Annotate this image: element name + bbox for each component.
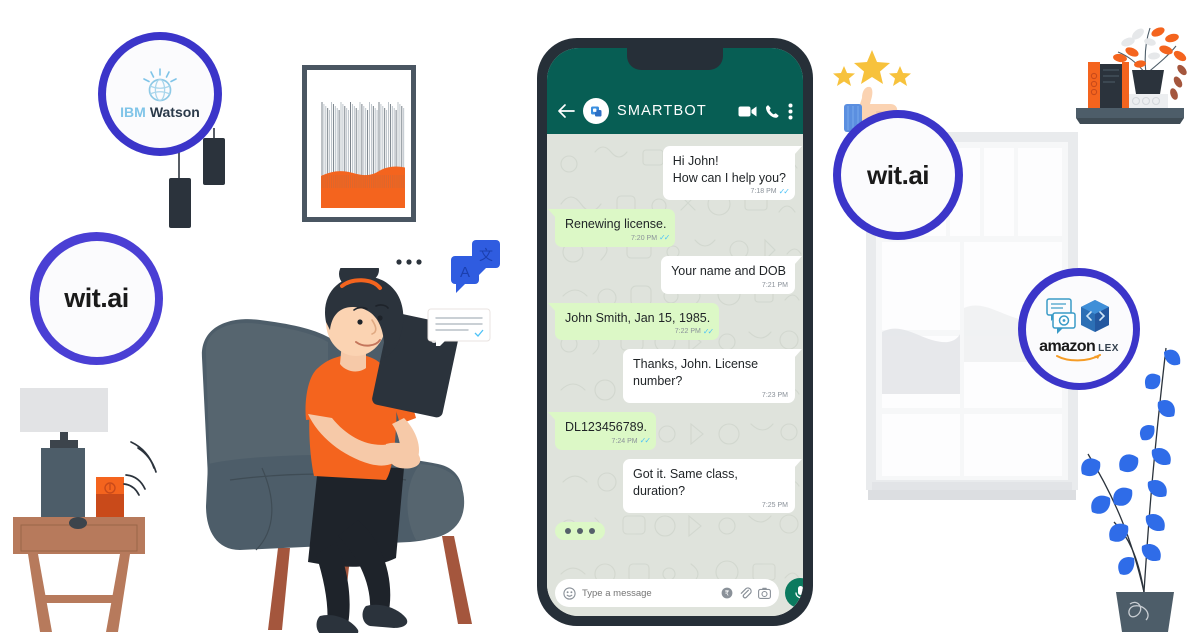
chat-bubble-m1[interactable]: Hi John! How can I help you? 7:18 PM ✓✓ (662, 146, 803, 201)
message-text: Thanks, John. License number? (633, 357, 759, 388)
message-timestamp: 7:21 PM (761, 282, 788, 290)
message-meta: 7:23 PM (762, 391, 788, 400)
message-meta: 7:25 PM (762, 501, 788, 510)
message-timestamp: 7:20 PM (630, 234, 658, 242)
side-table-group (8, 380, 183, 635)
message-row: DL123456789. 7:24 PM ✓✓ (547, 412, 795, 450)
shelf-board (1076, 108, 1184, 118)
chat-bubble-m3[interactable]: Your name and DOB 7:21 PM (661, 255, 802, 294)
ibm-label: IBM (120, 104, 146, 120)
message-row: Got it. Same class, duration? 7:25 PM (555, 459, 802, 514)
badge-wit-ai-left: wit.ai (30, 232, 163, 365)
typing-indicator (555, 522, 605, 541)
read-receipt-icon: ✓✓ (778, 186, 790, 196)
wit-ai-label-left: wit.ai (64, 283, 129, 313)
message-text: Got it. Same class, duration? (633, 467, 738, 498)
message-timestamp: 7:18 PM (750, 188, 777, 196)
message-meta: 7:24 PM ✓✓ (611, 436, 652, 447)
phone-call-icon[interactable] (765, 104, 780, 119)
read-receipt-icon: ✓✓ (659, 233, 670, 243)
rating-stars (833, 50, 911, 86)
svg-text:文: 文 (479, 248, 493, 264)
message-row: Renewing license. 7:20 PM ✓✓ (547, 209, 795, 247)
message-input-pill[interactable]: ₹ (555, 579, 779, 607)
sticker-icon[interactable]: ₹ (720, 587, 733, 600)
message-text: DL123456789. (565, 420, 648, 435)
message-meta: 7:20 PM ✓✓ (630, 233, 671, 244)
microphone-button[interactable] (785, 578, 803, 608)
speech-bubbles-group: 文 A (382, 236, 502, 350)
plant-pot (1116, 592, 1174, 632)
message-text: Your name and DOB (671, 263, 786, 278)
badge-wit-ai-right: wit.ai (833, 110, 963, 240)
paperclip-icon[interactable] (739, 586, 752, 600)
person-shoe (316, 615, 359, 635)
message-meta: 7:22 PM ✓✓ (674, 326, 715, 338)
message-row: Hi John! How can I help you? 7:18 PM ✓✓ (555, 146, 803, 201)
chat-bubble-m4[interactable]: John Smith, Jan 15, 1985. 7:22 PM ✓✓ (547, 302, 720, 341)
wall-shelf (1062, 12, 1189, 134)
contact-name: SMARTBOT (617, 103, 707, 119)
badge-ibm-watson: IBM Watson (98, 32, 222, 156)
message-timestamp: 7:24 PM (611, 438, 638, 446)
svg-text:₹: ₹ (724, 590, 729, 598)
message-list: Hi John! How can I help you? 7:18 PM ✓✓ Rene… (547, 142, 803, 541)
message-timestamp: 7:25 PM (761, 501, 788, 509)
ibm-watson-glyph-icon (143, 68, 177, 102)
camera-icon[interactable] (758, 587, 771, 600)
back-button[interactable] (557, 103, 575, 119)
chat-thread[interactable]: Hi John! How can I help you? 7:18 PM ✓✓ Rene… (547, 134, 803, 616)
chat-bubble-m5[interactable]: Thanks, John. License number? 7:23 PM (623, 349, 802, 404)
message-text: John Smith, Jan 15, 1985. (565, 310, 711, 325)
message-meta: 7:18 PM ✓✓ (750, 186, 791, 198)
search-input[interactable] (582, 587, 714, 599)
chat-bubble-m7[interactable]: Got it. Same class, duration? 7:25 PM (623, 459, 802, 514)
bot-avatar-icon[interactable] (583, 98, 609, 124)
message-row: Your name and DOB 7:21 PM (555, 255, 802, 294)
message-timestamp: 7:22 PM (674, 328, 701, 336)
text-lines-bubble-icon (427, 308, 491, 350)
message-timestamp: 7:23 PM (761, 392, 788, 400)
plant-pot (1132, 70, 1164, 94)
artwork-canvas (313, 76, 405, 211)
message-row: Thanks, John. License number? 7:23 PM (555, 349, 802, 404)
message-meta: 7:21 PM (762, 281, 788, 290)
message-row: John Smith, Jan 15, 1985. 7:22 PM ✓✓ (547, 302, 795, 341)
chat-bubble-m6[interactable]: DL123456789. 7:24 PM ✓✓ (547, 412, 657, 450)
person-shoe (362, 604, 408, 628)
phone-notch (627, 48, 723, 70)
read-receipt-icon: ✓✓ (702, 326, 714, 336)
message-text: Hi John! (672, 154, 719, 168)
phone-screen: SMARTBOT Hi John! How can I help you? 7:… (547, 48, 803, 616)
wit-ai-label-right: wit.ai (866, 159, 930, 190)
floor-plant (1076, 330, 1189, 635)
video-call-icon[interactable] (738, 105, 757, 118)
lamp-base (41, 448, 85, 518)
framed-artwork (302, 65, 416, 222)
illustration-scene: IBM Watson wit.ai 文 A SMARTBOT Hi John! … (0, 0, 1189, 635)
svg-text:A: A (460, 264, 470, 281)
overflow-menu-icon[interactable] (788, 103, 793, 120)
message-input-bar: ₹ (547, 578, 803, 608)
lamp-shade (20, 388, 108, 432)
watson-label: Watson (149, 104, 200, 120)
read-receipt-icon: ✓✓ (639, 436, 651, 446)
message-text: How can I help you? (672, 170, 786, 185)
message-text: Renewing license. (565, 217, 667, 232)
smartphone: SMARTBOT Hi John! How can I help you? 7:… (537, 38, 813, 626)
typing-dots-bubble-icon (388, 248, 430, 286)
emoji-smiley-icon[interactable] (563, 586, 576, 600)
chat-bubble-m2[interactable]: Renewing license. 7:20 PM ✓✓ (547, 209, 676, 247)
translate-latin-bubble-icon: A (451, 256, 479, 293)
